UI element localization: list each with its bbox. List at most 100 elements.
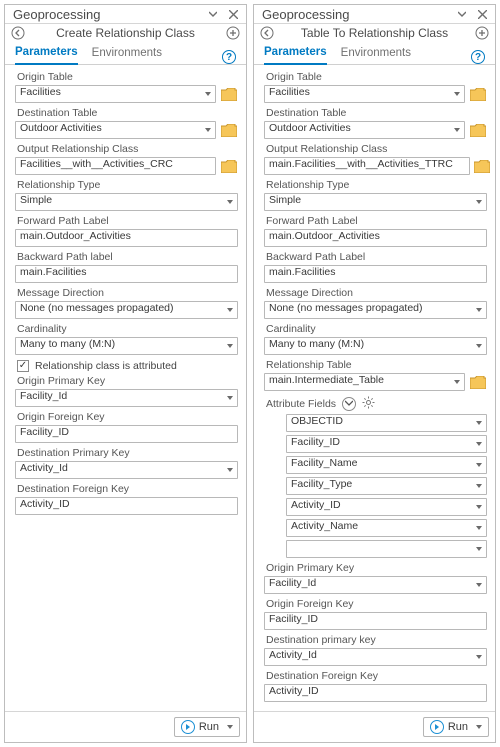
browse-icon[interactable]: [469, 374, 487, 390]
attribute-fields-header: Attribute Fields: [264, 394, 487, 414]
origin-primary-key-input[interactable]: Facility_Id: [15, 389, 238, 407]
label: Origin Foreign Key: [15, 410, 238, 425]
close-icon[interactable]: [226, 8, 240, 22]
browse-icon[interactable]: [220, 158, 238, 174]
origin-foreign-key-input[interactable]: Facility_ID: [15, 425, 238, 443]
label: Backward Path label: [15, 250, 238, 265]
tool-header: Table To Relationship Class: [254, 24, 495, 42]
tab-environments[interactable]: Environments: [341, 43, 411, 64]
parameters-panel: Origin Table Facilities Destination Tabl…: [254, 65, 495, 711]
destination-primary-key-input[interactable]: Activity_Id: [264, 648, 487, 666]
back-icon[interactable]: [260, 26, 274, 40]
label: Destination primary key: [264, 633, 487, 648]
relationship-type-input[interactable]: Simple: [15, 193, 238, 211]
pane-title: Geoprocessing: [262, 7, 455, 22]
close-icon[interactable]: [475, 8, 489, 22]
geoprocessing-pane-left: Geoprocessing Create Relationship Class …: [4, 4, 247, 743]
parameters-panel: Origin Table Facilities Destination Tabl…: [5, 65, 246, 711]
origin-foreign-key-input[interactable]: Facility_ID: [264, 612, 487, 630]
label: Destination Foreign Key: [264, 669, 487, 684]
message-direction-input[interactable]: None (no messages propagated): [15, 301, 238, 319]
origin-table-input[interactable]: Facilities: [264, 85, 465, 103]
backward-path-input[interactable]: main.Facilities: [264, 265, 487, 283]
run-button[interactable]: Run: [174, 717, 240, 737]
help-icon[interactable]: ?: [222, 50, 236, 64]
dropdown-icon[interactable]: [455, 8, 469, 22]
cardinality-input[interactable]: Many to many (M:N): [264, 337, 487, 355]
browse-icon[interactable]: [469, 122, 487, 138]
browse-icon[interactable]: [220, 122, 238, 138]
checkbox-label: Relationship class is attributed: [35, 360, 177, 372]
add-icon[interactable]: [475, 26, 489, 40]
cardinality-input[interactable]: Many to many (M:N): [15, 337, 238, 355]
destination-foreign-key-input[interactable]: Activity_ID: [264, 684, 487, 702]
forward-path-input[interactable]: main.Outdoor_Activities: [15, 229, 238, 247]
label: Message Direction: [264, 286, 487, 301]
output-relclass-input[interactable]: Facilities__with__Activities_CRC: [15, 157, 216, 175]
origin-primary-key-input[interactable]: Facility_Id: [264, 576, 487, 594]
pane-title: Geoprocessing: [13, 7, 206, 22]
browse-icon[interactable]: [469, 86, 487, 102]
checkbox-icon[interactable]: ✓: [17, 360, 29, 372]
run-label: Run: [199, 721, 219, 733]
geoprocessing-pane-right: Geoprocessing Table To Relationship Clas…: [253, 4, 496, 743]
label: Cardinality: [264, 322, 487, 337]
attribute-field-item[interactable]: Activity_ID: [286, 498, 487, 516]
tabs: Parameters Environments ?: [5, 42, 246, 65]
back-icon[interactable]: [11, 26, 25, 40]
label: Origin Primary Key: [264, 561, 487, 576]
gear-icon[interactable]: [362, 396, 375, 412]
destination-table-input[interactable]: Outdoor Activities: [264, 121, 465, 139]
backward-path-input[interactable]: main.Facilities: [15, 265, 238, 283]
tab-parameters[interactable]: Parameters: [15, 42, 78, 65]
add-icon[interactable]: [226, 26, 240, 40]
label: Message Direction: [15, 286, 238, 301]
attribute-field-item[interactable]: Activity_Name: [286, 519, 487, 537]
run-icon: [181, 720, 195, 734]
attributed-checkbox-row[interactable]: ✓ Relationship class is attributed: [15, 358, 238, 374]
relationship-table-input[interactable]: main.Intermediate_Table: [264, 373, 465, 391]
browse-icon[interactable]: [474, 158, 490, 174]
destination-table-input[interactable]: Outdoor Activities: [15, 121, 216, 139]
relationship-type-input[interactable]: Simple: [264, 193, 487, 211]
tool-title: Create Relationship Class: [31, 26, 220, 40]
tab-environments[interactable]: Environments: [92, 43, 162, 64]
origin-table-input[interactable]: Facilities: [15, 85, 216, 103]
label: Attribute Fields: [266, 398, 336, 410]
tool-title: Table To Relationship Class: [280, 26, 469, 40]
label: Destination Primary Key: [15, 446, 238, 461]
run-label: Run: [448, 721, 468, 733]
attribute-field-item[interactable]: OBJECTID: [286, 414, 487, 432]
label: Relationship Table: [264, 358, 487, 373]
destination-foreign-key-input[interactable]: Activity_ID: [15, 497, 238, 515]
attribute-field-item[interactable]: Facility_Name: [286, 456, 487, 474]
label: Destination Table: [15, 106, 238, 121]
dropdown-icon[interactable]: [206, 8, 220, 22]
message-direction-input[interactable]: None (no messages propagated): [264, 301, 487, 319]
destination-primary-key-input[interactable]: Activity_Id: [15, 461, 238, 479]
run-icon: [430, 720, 444, 734]
footer: Run: [5, 711, 246, 742]
attribute-field-empty[interactable]: [286, 540, 487, 558]
run-button[interactable]: Run: [423, 717, 489, 737]
tab-parameters[interactable]: Parameters: [264, 42, 327, 65]
help-icon[interactable]: ?: [471, 50, 485, 64]
attribute-field-item[interactable]: Facility_Type: [286, 477, 487, 495]
label: Origin Foreign Key: [264, 597, 487, 612]
label: Origin Table: [15, 70, 238, 85]
footer: Run: [254, 711, 495, 742]
label: Output Relationship Class: [15, 142, 238, 157]
pane-header: Geoprocessing: [5, 5, 246, 24]
browse-icon[interactable]: [220, 86, 238, 102]
label: Origin Table: [264, 70, 487, 85]
label: Origin Primary Key: [15, 374, 238, 389]
forward-path-input[interactable]: main.Outdoor_Activities: [264, 229, 487, 247]
label: Cardinality: [15, 322, 238, 337]
label: Relationship Type: [264, 178, 487, 193]
collapse-icon[interactable]: [342, 397, 356, 411]
tabs: Parameters Environments ?: [254, 42, 495, 65]
attribute-field-item[interactable]: Facility_ID: [286, 435, 487, 453]
pane-header: Geoprocessing: [254, 5, 495, 24]
output-relclass-input[interactable]: main.Facilities__with__Activities_TTRC: [264, 157, 470, 175]
label: Relationship Type: [15, 178, 238, 193]
